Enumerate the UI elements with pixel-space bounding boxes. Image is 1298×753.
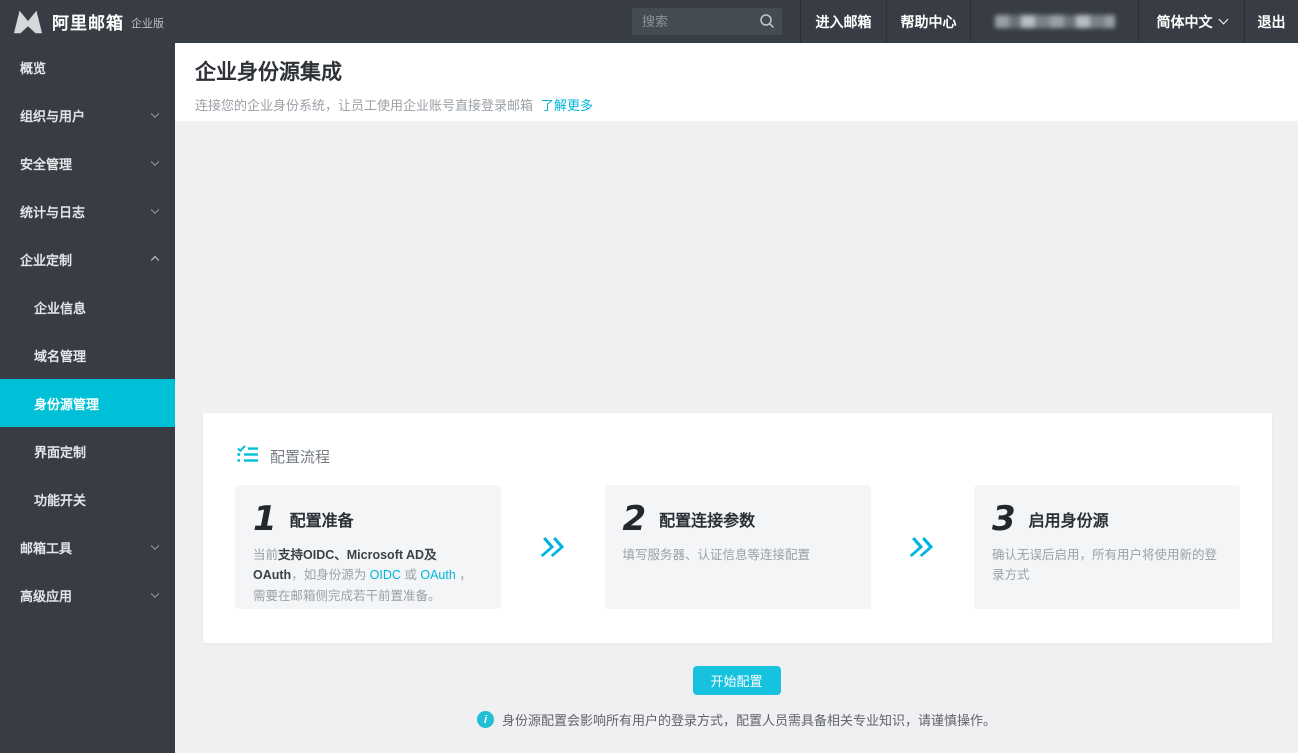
step-2-box: 2 配置连接参数 填写服务器、认证信息等连接配置 [605,485,871,609]
start-config-button[interactable]: 开始配置 [693,666,781,695]
sidebar-item-domain-management[interactable]: 域名管理 [0,331,175,379]
chevron-down-icon [151,110,159,118]
enter-mail-label: 进入邮箱 [816,12,872,32]
search-box [632,8,782,35]
step-body-text: 当前 [253,548,278,562]
steps-row: 1 配置准备 当前支持OIDC、Microsoft AD及OAuth，如身份源为… [203,465,1272,609]
step-3-heading: 3 启用身份源 [992,501,1223,537]
notice-text: 身份源配置会影响所有用户的登录方式，配置人员需具备相关专业知识，请谨慎操作。 [502,710,996,729]
logout-link[interactable]: 退出 [1244,0,1298,43]
sidebar-item-label: 企业信息 [34,298,86,317]
step-2-body: 填写服务器、认证信息等连接配置 [623,545,854,565]
step-3-body: 确认无误后启用，所有用户将使用新的登录方式 [992,545,1223,586]
account-name-redacted [995,15,1115,28]
checklist-icon [237,445,258,469]
language-label: 简体中文 [1157,12,1213,32]
chevron-down-icon [151,158,159,166]
page-header: 企业身份源集成 连接您的企业身份系统，让员工使用企业账号直接登录邮箱了解更多 [175,43,1298,121]
step-body-text: 或 [401,568,420,582]
sidebar-item-label: 组织与用户 [20,106,85,125]
sidebar-item-security[interactable]: 安全管理 [0,139,175,187]
help-center-label: 帮助中心 [901,12,957,32]
step-body-text: ，如身份源为 [291,568,369,582]
top-bar: 阿里邮箱 企业版 进入邮箱 帮助中心 简体中文 退出 [0,0,1298,43]
step-title: 配置准备 [290,507,354,531]
chevron-down-icon [151,590,159,598]
step-3-box: 3 启用身份源 确认无误后启用，所有用户将使用新的登录方式 [974,485,1240,609]
notice-bar: i 身份源配置会影响所有用户的登录方式，配置人员需具备相关专业知识，请谨慎操作。 [175,710,1298,729]
account-menu[interactable] [970,0,1138,43]
page-title: 企业身份源集成 [195,56,1298,86]
step-number: 2 [623,501,647,537]
sidebar-item-label: 域名管理 [34,346,86,365]
step-number: 1 [253,501,277,537]
chevron-down-icon [1218,15,1228,25]
oidc-link[interactable]: OIDC [370,568,401,582]
step-arrow-icon [871,485,975,609]
sidebar-item-identity-source[interactable]: 身份源管理 [0,379,175,427]
sidebar-item-org-users[interactable]: 组织与用户 [0,91,175,139]
chevron-down-icon [151,206,159,214]
app-logo: 阿里邮箱 企业版 [13,0,164,43]
page-subtitle: 连接您的企业身份系统，让员工使用企业账号直接登录邮箱了解更多 [195,95,1298,114]
info-icon: i [477,711,494,728]
sidebar-item-advanced-apps[interactable]: 高级应用 [0,571,175,619]
main-content: 企业身份源集成 连接您的企业身份系统，让员工使用企业账号直接登录邮箱了解更多 配… [175,43,1298,753]
step-2-heading: 2 配置连接参数 [623,501,854,537]
chevron-down-icon [151,542,159,550]
search-icon[interactable] [759,13,775,34]
oauth-link[interactable]: OAuth [420,568,455,582]
brand-edition: 企业版 [131,15,164,31]
learn-more-link[interactable]: 了解更多 [541,98,593,113]
card-header: 配置流程 [203,413,1272,465]
sidebar-item-feature-switch[interactable]: 功能开关 [0,475,175,523]
step-title: 启用身份源 [1029,507,1109,531]
sidebar-item-label: 身份源管理 [34,394,99,413]
step-number: 3 [992,501,1016,537]
sidebar-item-overview[interactable]: 概览 [0,43,175,91]
sidebar-item-label: 界面定制 [34,442,86,461]
logout-label: 退出 [1258,12,1286,32]
page-subtitle-text: 连接您的企业身份系统，让员工使用企业账号直接登录邮箱 [195,98,533,113]
sidebar-item-enterprise-custom[interactable]: 企业定制 [0,235,175,283]
sidebar-item-stats-logs[interactable]: 统计与日志 [0,187,175,235]
sidebar-item-label: 高级应用 [20,586,72,605]
alimail-logo-icon [13,10,43,34]
sidebar-item-label: 安全管理 [20,154,72,173]
step-1-box: 1 配置准备 当前支持OIDC、Microsoft AD及OAuth，如身份源为… [235,485,501,609]
sidebar-item-enterprise-info[interactable]: 企业信息 [0,283,175,331]
card-header-label: 配置流程 [270,446,330,467]
sidebar-item-label: 概览 [20,58,46,77]
step-1-heading: 1 配置准备 [253,501,484,537]
sidebar-item-ui-custom[interactable]: 界面定制 [0,427,175,475]
step-arrow-icon [501,485,605,609]
sidebar-item-label: 企业定制 [20,250,72,269]
top-nav: 进入邮箱 帮助中心 简体中文 退出 [800,0,1298,43]
language-select[interactable]: 简体中文 [1138,0,1244,43]
enter-mail-link[interactable]: 进入邮箱 [800,0,886,43]
step-1-body: 当前支持OIDC、Microsoft AD及OAuth，如身份源为 OIDC 或… [253,545,484,606]
sidebar-item-label: 统计与日志 [20,202,85,221]
help-center-link[interactable]: 帮助中心 [886,0,970,43]
brand-name: 阿里邮箱 [52,9,124,34]
sidebar-item-mail-tools[interactable]: 邮箱工具 [0,523,175,571]
chevron-up-icon [151,256,159,264]
sidebar-item-label: 功能开关 [34,490,86,509]
step-title: 配置连接参数 [659,507,755,531]
config-flow-card: 配置流程 1 配置准备 当前支持OIDC、Microsoft AD及OAuth，… [203,413,1272,643]
sidebar: 概览 组织与用户 安全管理 统计与日志 企业定制 企业信息 域名管理 身份源管理… [0,43,175,753]
sidebar-item-label: 邮箱工具 [20,538,72,557]
